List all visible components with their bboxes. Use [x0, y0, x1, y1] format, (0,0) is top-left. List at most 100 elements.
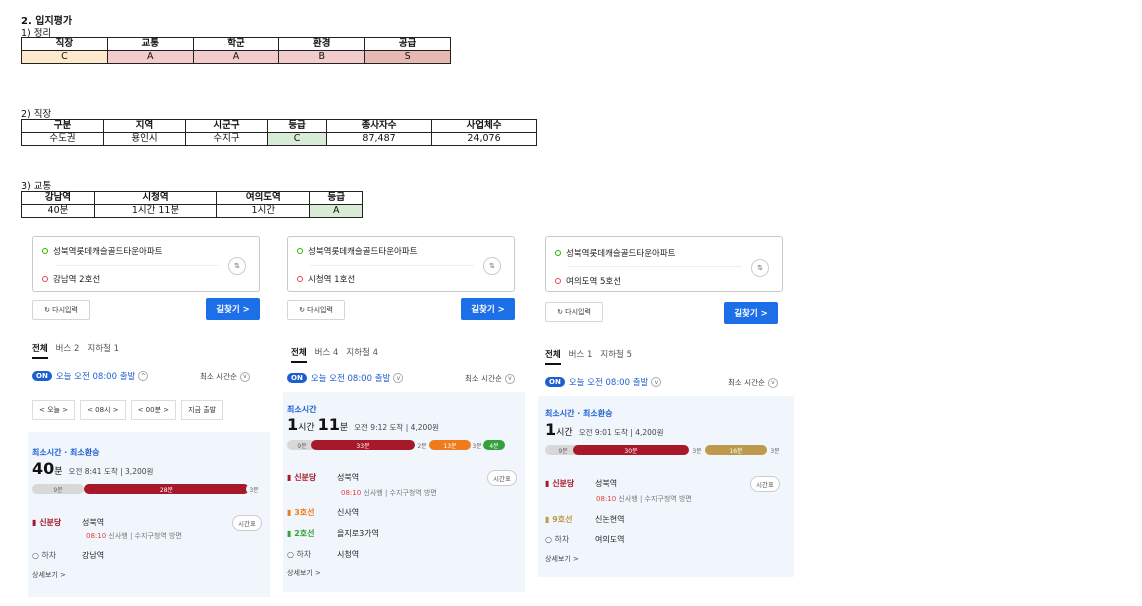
address-box: 성북역롯데캐슬골드타운아파트 여의도역 5호선 ⇅ [545, 236, 783, 292]
swap-icon[interactable]: ⇅ [751, 259, 769, 277]
transit-value: 40분 [21, 204, 95, 218]
tab-all[interactable]: 전체 [32, 342, 48, 359]
find-route-button[interactable]: 길찾기 > [206, 298, 260, 320]
summary-value: A [106, 50, 194, 64]
sort-select[interactable]: 최소 시간순 v [465, 373, 515, 384]
minute-stepper[interactable]: < 00분 > [130, 400, 177, 420]
detail-link[interactable]: 상세보기 > [287, 568, 321, 578]
chevron-down-icon[interactable]: v [393, 373, 404, 383]
job-value: 수도권 [20, 132, 105, 146]
reset-button[interactable]: ↻ 다시입력 [545, 302, 603, 322]
alight-label: ○ 하차 [287, 550, 312, 559]
transit-header: 등급 [309, 191, 363, 205]
tab-subway[interactable]: 지하철 5 [600, 348, 632, 365]
find-route-button[interactable]: 길찾기 > [724, 302, 778, 324]
reset-label: 다시입력 [307, 306, 333, 314]
tab-subway[interactable]: 지하철 4 [346, 346, 378, 363]
job-table: 구분 지역 시군구 등급 종사자수 사업체수 수도권 용인시 수지구 C 87,… [20, 119, 537, 146]
step-board: ▮ 신분당 성북역 [545, 478, 617, 489]
dest-dot-icon [297, 276, 303, 282]
reset-button[interactable]: ↻ 다시입력 [32, 300, 90, 320]
duration-number: 40 [32, 459, 55, 478]
duration-hours-unit: 시간 [556, 428, 573, 438]
timetable-button[interactable]: 시간표 [487, 470, 517, 486]
alight-label: ○ 하차 [545, 535, 570, 544]
timetable-button[interactable]: 시간표 [750, 476, 780, 492]
line-badge: ▮ 신분당 [287, 473, 317, 482]
chevron-up-icon[interactable]: ^ [138, 371, 149, 381]
walk-segment: 2분 [415, 440, 429, 450]
dest-row[interactable]: 강남역 2호선 [42, 273, 100, 285]
swap-icon[interactable]: ⇅ [483, 257, 501, 275]
day-stepper[interactable]: < 오늘 > [32, 400, 76, 420]
tab-bus[interactable]: 버스 2 [56, 342, 80, 359]
walk-segment: 9분 [32, 484, 84, 494]
depart-time[interactable]: ON 오늘 오전 08:00 출발 v [545, 376, 662, 388]
dest-dot-icon [555, 278, 561, 284]
origin-dot-icon [42, 248, 48, 254]
job-header: 시군구 [185, 119, 269, 133]
alight-label: ○ 하차 [32, 551, 57, 560]
route-tabs: 전체 버스 2 지하철 1 [32, 342, 119, 359]
dest-text: 여의도역 5호선 [566, 277, 622, 287]
job-header: 종사자수 [326, 119, 433, 133]
depart-time[interactable]: ON 오늘 오전 08:00 출발 v [287, 372, 404, 384]
dest-row[interactable]: 여의도역 5호선 [555, 275, 621, 287]
route-bar: 9분 28분 3분 [32, 484, 262, 494]
summary-value: C [21, 50, 108, 64]
detail-link[interactable]: 상세보기 > [545, 554, 579, 564]
on-badge[interactable]: ON [32, 371, 52, 381]
dest-row[interactable]: 시청역 1호선 [297, 273, 355, 285]
route-tabs: 전체 버스 4 지하철 4 [291, 346, 378, 363]
sort-select[interactable]: 최소 시간순 v [728, 377, 778, 388]
time-navigator: < 오늘 > < 08시 > < 00분 > 지금 출발 [32, 400, 224, 420]
duration-minutes-unit: 분 [339, 423, 349, 433]
step-transfer: ▮ 3호선 신사역 [287, 507, 359, 518]
summary-table: 직장 교통 학군 환경 공급 C A A B S [21, 37, 451, 64]
summary-header: 교통 [106, 37, 194, 51]
swap-icon[interactable]: ⇅ [228, 257, 246, 275]
chevron-down-icon[interactable]: v [651, 377, 662, 387]
depart-text: 오늘 오전 08:00 출발 [568, 378, 649, 388]
address-divider [310, 265, 474, 266]
arrival-meta: 오전 9:12 도착 | 4,200원 [354, 423, 440, 432]
subway-segment: 13분 [429, 440, 471, 450]
on-badge[interactable]: ON [287, 373, 307, 383]
step-board: ▮ 신분당 성북역 [32, 517, 104, 528]
line-badge: ▮ 신분당 [32, 518, 62, 527]
station-name: 신사역 [337, 508, 360, 517]
detail-link[interactable]: 상세보기 > [32, 570, 66, 580]
job-value: C [267, 132, 328, 146]
on-badge[interactable]: ON [545, 377, 565, 387]
origin-row[interactable]: 성북역롯데캐슬골드타운아파트 [555, 247, 675, 259]
timetable-button[interactable]: 시간표 [232, 515, 262, 531]
tab-all[interactable]: 전체 [545, 348, 561, 365]
route-bar: 9분 30분 3분 16분 3분 [545, 445, 785, 455]
origin-row[interactable]: 성북역롯데캐슬골드타운아파트 [42, 245, 162, 257]
duration: 1 시간 11 분 오전 9:12 도착 | 4,200원 [287, 415, 439, 434]
step-transfer: ▮ 9호선 신논현역 [545, 514, 624, 525]
tab-bus[interactable]: 버스 4 [315, 346, 339, 363]
step-alight: ○ 하차 여의도역 [545, 534, 624, 545]
station-name: 강남역 [82, 551, 105, 560]
origin-dot-icon [297, 248, 303, 254]
find-route-button[interactable]: 길찾기 > [461, 298, 515, 320]
tab-all[interactable]: 전체 [291, 346, 307, 363]
address-divider [568, 266, 742, 267]
transit-value: A [309, 204, 363, 218]
route-tabs: 전체 버스 1 지하철 5 [545, 348, 632, 365]
tab-bus[interactable]: 버스 1 [569, 348, 593, 365]
transit-value: 1시간 [216, 204, 311, 218]
origin-row[interactable]: 성북역롯데캐슬골드타운아파트 [297, 245, 417, 257]
line-badge: ▮ 9호선 [545, 515, 573, 524]
chevron-down-icon: v [239, 371, 250, 382]
depart-now-button[interactable]: 지금 출발 [181, 400, 224, 420]
reset-button[interactable]: ↻ 다시입력 [287, 300, 345, 320]
walk-segment: 3분 [246, 484, 262, 494]
hour-stepper[interactable]: < 08시 > [80, 400, 126, 420]
depart-time[interactable]: ON 오늘 오전 08:00 출발 ^ [32, 370, 149, 382]
sort-select[interactable]: 최소 시간순 v [200, 371, 250, 382]
step-alight: ○ 하차 시청역 [287, 549, 359, 560]
route-label: 최소시간 [287, 405, 317, 414]
tab-subway[interactable]: 지하철 1 [87, 342, 119, 359]
